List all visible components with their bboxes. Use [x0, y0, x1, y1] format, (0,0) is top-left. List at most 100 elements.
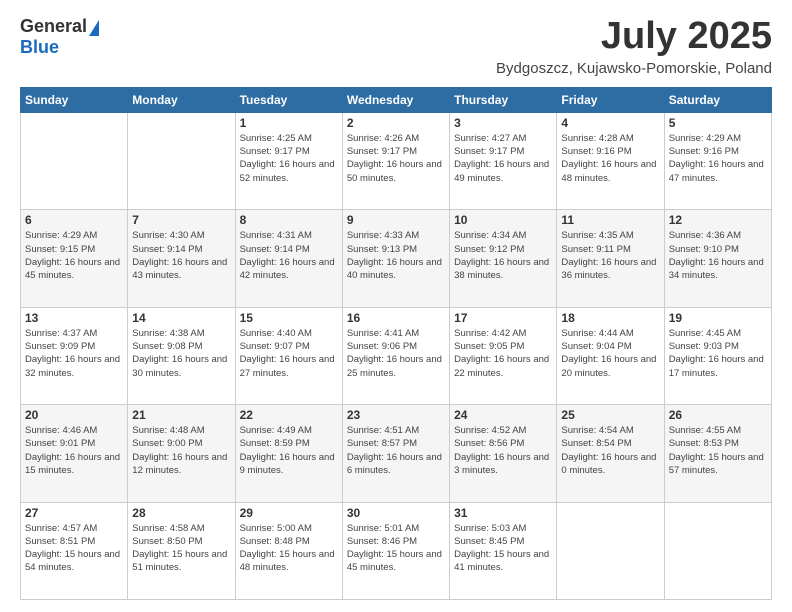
table-row: [557, 502, 664, 599]
day-number: 17: [454, 311, 552, 325]
day-number: 22: [240, 408, 338, 422]
day-info: Sunrise: 4:45 AMSunset: 9:03 PMDaylight:…: [669, 327, 767, 380]
table-row: 4 Sunrise: 4:28 AMSunset: 9:16 PMDaylight…: [557, 112, 664, 209]
logo: General Blue: [20, 16, 99, 58]
calendar-header-row: Sunday Monday Tuesday Wednesday Thursday…: [21, 87, 772, 112]
month-title: July 2025: [496, 16, 772, 58]
day-number: 25: [561, 408, 659, 422]
calendar-table: Sunday Monday Tuesday Wednesday Thursday…: [20, 87, 772, 600]
day-number: 18: [561, 311, 659, 325]
table-row: 5Sunrise: 4:29 AMSunset: 9:16 PMDaylight…: [664, 112, 771, 209]
calendar-week-row: 6 Sunrise: 4:29 AMSunset: 9:15 PMDaylight…: [21, 210, 772, 307]
day-info: Sunrise: 4:25 AMSunset: 9:17 PMDaylight:…: [240, 132, 338, 185]
header-thursday: Thursday: [450, 87, 557, 112]
day-info: Sunrise: 5:01 AMSunset: 8:46 PMDaylight:…: [347, 522, 445, 575]
day-info: Sunrise: 4:26 AMSunset: 9:17 PMDaylight:…: [347, 132, 445, 185]
day-number: 4: [561, 116, 659, 130]
table-row: 7Sunrise: 4:30 AMSunset: 9:14 PMDaylight…: [128, 210, 235, 307]
table-row: 25 Sunrise: 4:54 AMSunset: 8:54 PMDayligh…: [557, 405, 664, 502]
day-info: Sunrise: 4:44 AMSunset: 9:04 PMDaylight:…: [561, 327, 659, 380]
table-row: 21 Sunrise: 4:48 AMSunset: 9:00 PMDayligh…: [128, 405, 235, 502]
table-row: [128, 112, 235, 209]
table-row: 15 Sunrise: 4:40 AMSunset: 9:07 PMDayligh…: [235, 307, 342, 404]
table-row: 24 Sunrise: 4:52 AMSunset: 8:56 PMDayligh…: [450, 405, 557, 502]
day-number: 15: [240, 311, 338, 325]
day-info: Sunrise: 4:57 AMSunset: 8:51 PMDaylight:…: [25, 522, 123, 575]
location-subtitle: Bydgoszcz, Kujawsko-Pomorskie, Poland: [496, 60, 772, 77]
day-info: Sunrise: 4:51 AMSunset: 8:57 PMDaylight:…: [347, 424, 445, 477]
day-info: Sunrise: 4:55 AMSunset: 8:53 PMDaylight:…: [669, 424, 767, 477]
table-row: 14Sunrise: 4:38 AMSunset: 9:08 PMDayligh…: [128, 307, 235, 404]
table-row: 18 Sunrise: 4:44 AMSunset: 9:04 PMDayligh…: [557, 307, 664, 404]
logo-blue-text: Blue: [20, 37, 59, 58]
table-row: 16 Sunrise: 4:41 AMSunset: 9:06 PMDayligh…: [342, 307, 449, 404]
table-row: 2 Sunrise: 4:26 AMSunset: 9:17 PMDaylight…: [342, 112, 449, 209]
table-row: 30 Sunrise: 5:01 AMSunset: 8:46 PMDayligh…: [342, 502, 449, 599]
table-row: 19 Sunrise: 4:45 AMSunset: 9:03 PMDayligh…: [664, 307, 771, 404]
title-block: July 2025 Bydgoszcz, Kujawsko-Pomorskie,…: [496, 16, 772, 77]
day-number: 19: [669, 311, 767, 325]
day-info: Sunrise: 4:27 AMSunset: 9:17 PMDaylight:…: [454, 132, 552, 185]
day-number: 31: [454, 506, 552, 520]
logo-text: General: [20, 16, 99, 37]
day-number: 2: [347, 116, 445, 130]
day-info: Sunrise: 4:41 AMSunset: 9:06 PMDaylight:…: [347, 327, 445, 380]
table-row: 13Sunrise: 4:37 AMSunset: 9:09 PMDayligh…: [21, 307, 128, 404]
header-wednesday: Wednesday: [342, 87, 449, 112]
day-info: Sunrise: 4:34 AMSunset: 9:12 PMDaylight:…: [454, 229, 552, 282]
header-saturday: Saturday: [664, 87, 771, 112]
day-info: Sunrise: 4:36 AMSunset: 9:10 PMDaylight:…: [669, 229, 767, 282]
header-tuesday: Tuesday: [235, 87, 342, 112]
calendar-week-row: 27 Sunrise: 4:57 AMSunset: 8:51 PMDayligh…: [21, 502, 772, 599]
day-info: Sunrise: 4:52 AMSunset: 8:56 PMDaylight:…: [454, 424, 552, 477]
header-sunday: Sunday: [21, 87, 128, 112]
day-info: Sunrise: 4:33 AMSunset: 9:13 PMDaylight:…: [347, 229, 445, 282]
day-number: 9: [347, 213, 445, 227]
table-row: 29Sunrise: 5:00 AMSunset: 8:48 PMDayligh…: [235, 502, 342, 599]
day-number: 16: [347, 311, 445, 325]
table-row: 11Sunrise: 4:35 AMSunset: 9:11 PMDayligh…: [557, 210, 664, 307]
day-number: 30: [347, 506, 445, 520]
day-info: Sunrise: 4:31 AMSunset: 9:14 PMDaylight:…: [240, 229, 338, 282]
header-monday: Monday: [128, 87, 235, 112]
table-row: [21, 112, 128, 209]
day-number: 8: [240, 213, 338, 227]
day-info: Sunrise: 4:48 AMSunset: 9:00 PMDaylight:…: [132, 424, 230, 477]
table-row: 28 Sunrise: 4:58 AMSunset: 8:50 PMDayligh…: [128, 502, 235, 599]
day-number: 23: [347, 408, 445, 422]
calendar-week-row: 1 Sunrise: 4:25 AMSunset: 9:17 PMDaylight…: [21, 112, 772, 209]
day-info: Sunrise: 4:29 AMSunset: 9:15 PMDaylight:…: [25, 229, 123, 282]
day-info: Sunrise: 4:49 AMSunset: 8:59 PMDaylight:…: [240, 424, 338, 477]
day-info: Sunrise: 4:58 AMSunset: 8:50 PMDaylight:…: [132, 522, 230, 575]
day-number: 21: [132, 408, 230, 422]
day-number: 28: [132, 506, 230, 520]
day-number: 10: [454, 213, 552, 227]
table-row: 26 Sunrise: 4:55 AMSunset: 8:53 PMDayligh…: [664, 405, 771, 502]
day-number: 24: [454, 408, 552, 422]
table-row: 27 Sunrise: 4:57 AMSunset: 8:51 PMDayligh…: [21, 502, 128, 599]
day-number: 26: [669, 408, 767, 422]
table-row: 1 Sunrise: 4:25 AMSunset: 9:17 PMDaylight…: [235, 112, 342, 209]
page: General Blue July 2025 Bydgoszcz, Kujaws…: [0, 0, 792, 612]
day-number: 13: [25, 311, 123, 325]
day-number: 6: [25, 213, 123, 227]
day-info: Sunrise: 4:42 AMSunset: 9:05 PMDaylight:…: [454, 327, 552, 380]
header-friday: Friday: [557, 87, 664, 112]
calendar-week-row: 20Sunrise: 4:46 AMSunset: 9:01 PMDayligh…: [21, 405, 772, 502]
day-info: Sunrise: 4:54 AMSunset: 8:54 PMDaylight:…: [561, 424, 659, 477]
table-row: 3Sunrise: 4:27 AMSunset: 9:17 PMDaylight…: [450, 112, 557, 209]
day-info: Sunrise: 5:03 AMSunset: 8:45 PMDaylight:…: [454, 522, 552, 575]
day-number: 27: [25, 506, 123, 520]
day-number: 11: [561, 213, 659, 227]
day-number: 12: [669, 213, 767, 227]
table-row: 12 Sunrise: 4:36 AMSunset: 9:10 PMDayligh…: [664, 210, 771, 307]
logo-triangle-icon: [89, 20, 99, 36]
day-number: 1: [240, 116, 338, 130]
logo-general-text: General: [20, 16, 87, 37]
day-number: 14: [132, 311, 230, 325]
day-info: Sunrise: 4:28 AMSunset: 9:16 PMDaylight:…: [561, 132, 659, 185]
table-row: [664, 502, 771, 599]
header: General Blue July 2025 Bydgoszcz, Kujaws…: [20, 16, 772, 77]
day-info: Sunrise: 4:40 AMSunset: 9:07 PMDaylight:…: [240, 327, 338, 380]
table-row: 20Sunrise: 4:46 AMSunset: 9:01 PMDayligh…: [21, 405, 128, 502]
